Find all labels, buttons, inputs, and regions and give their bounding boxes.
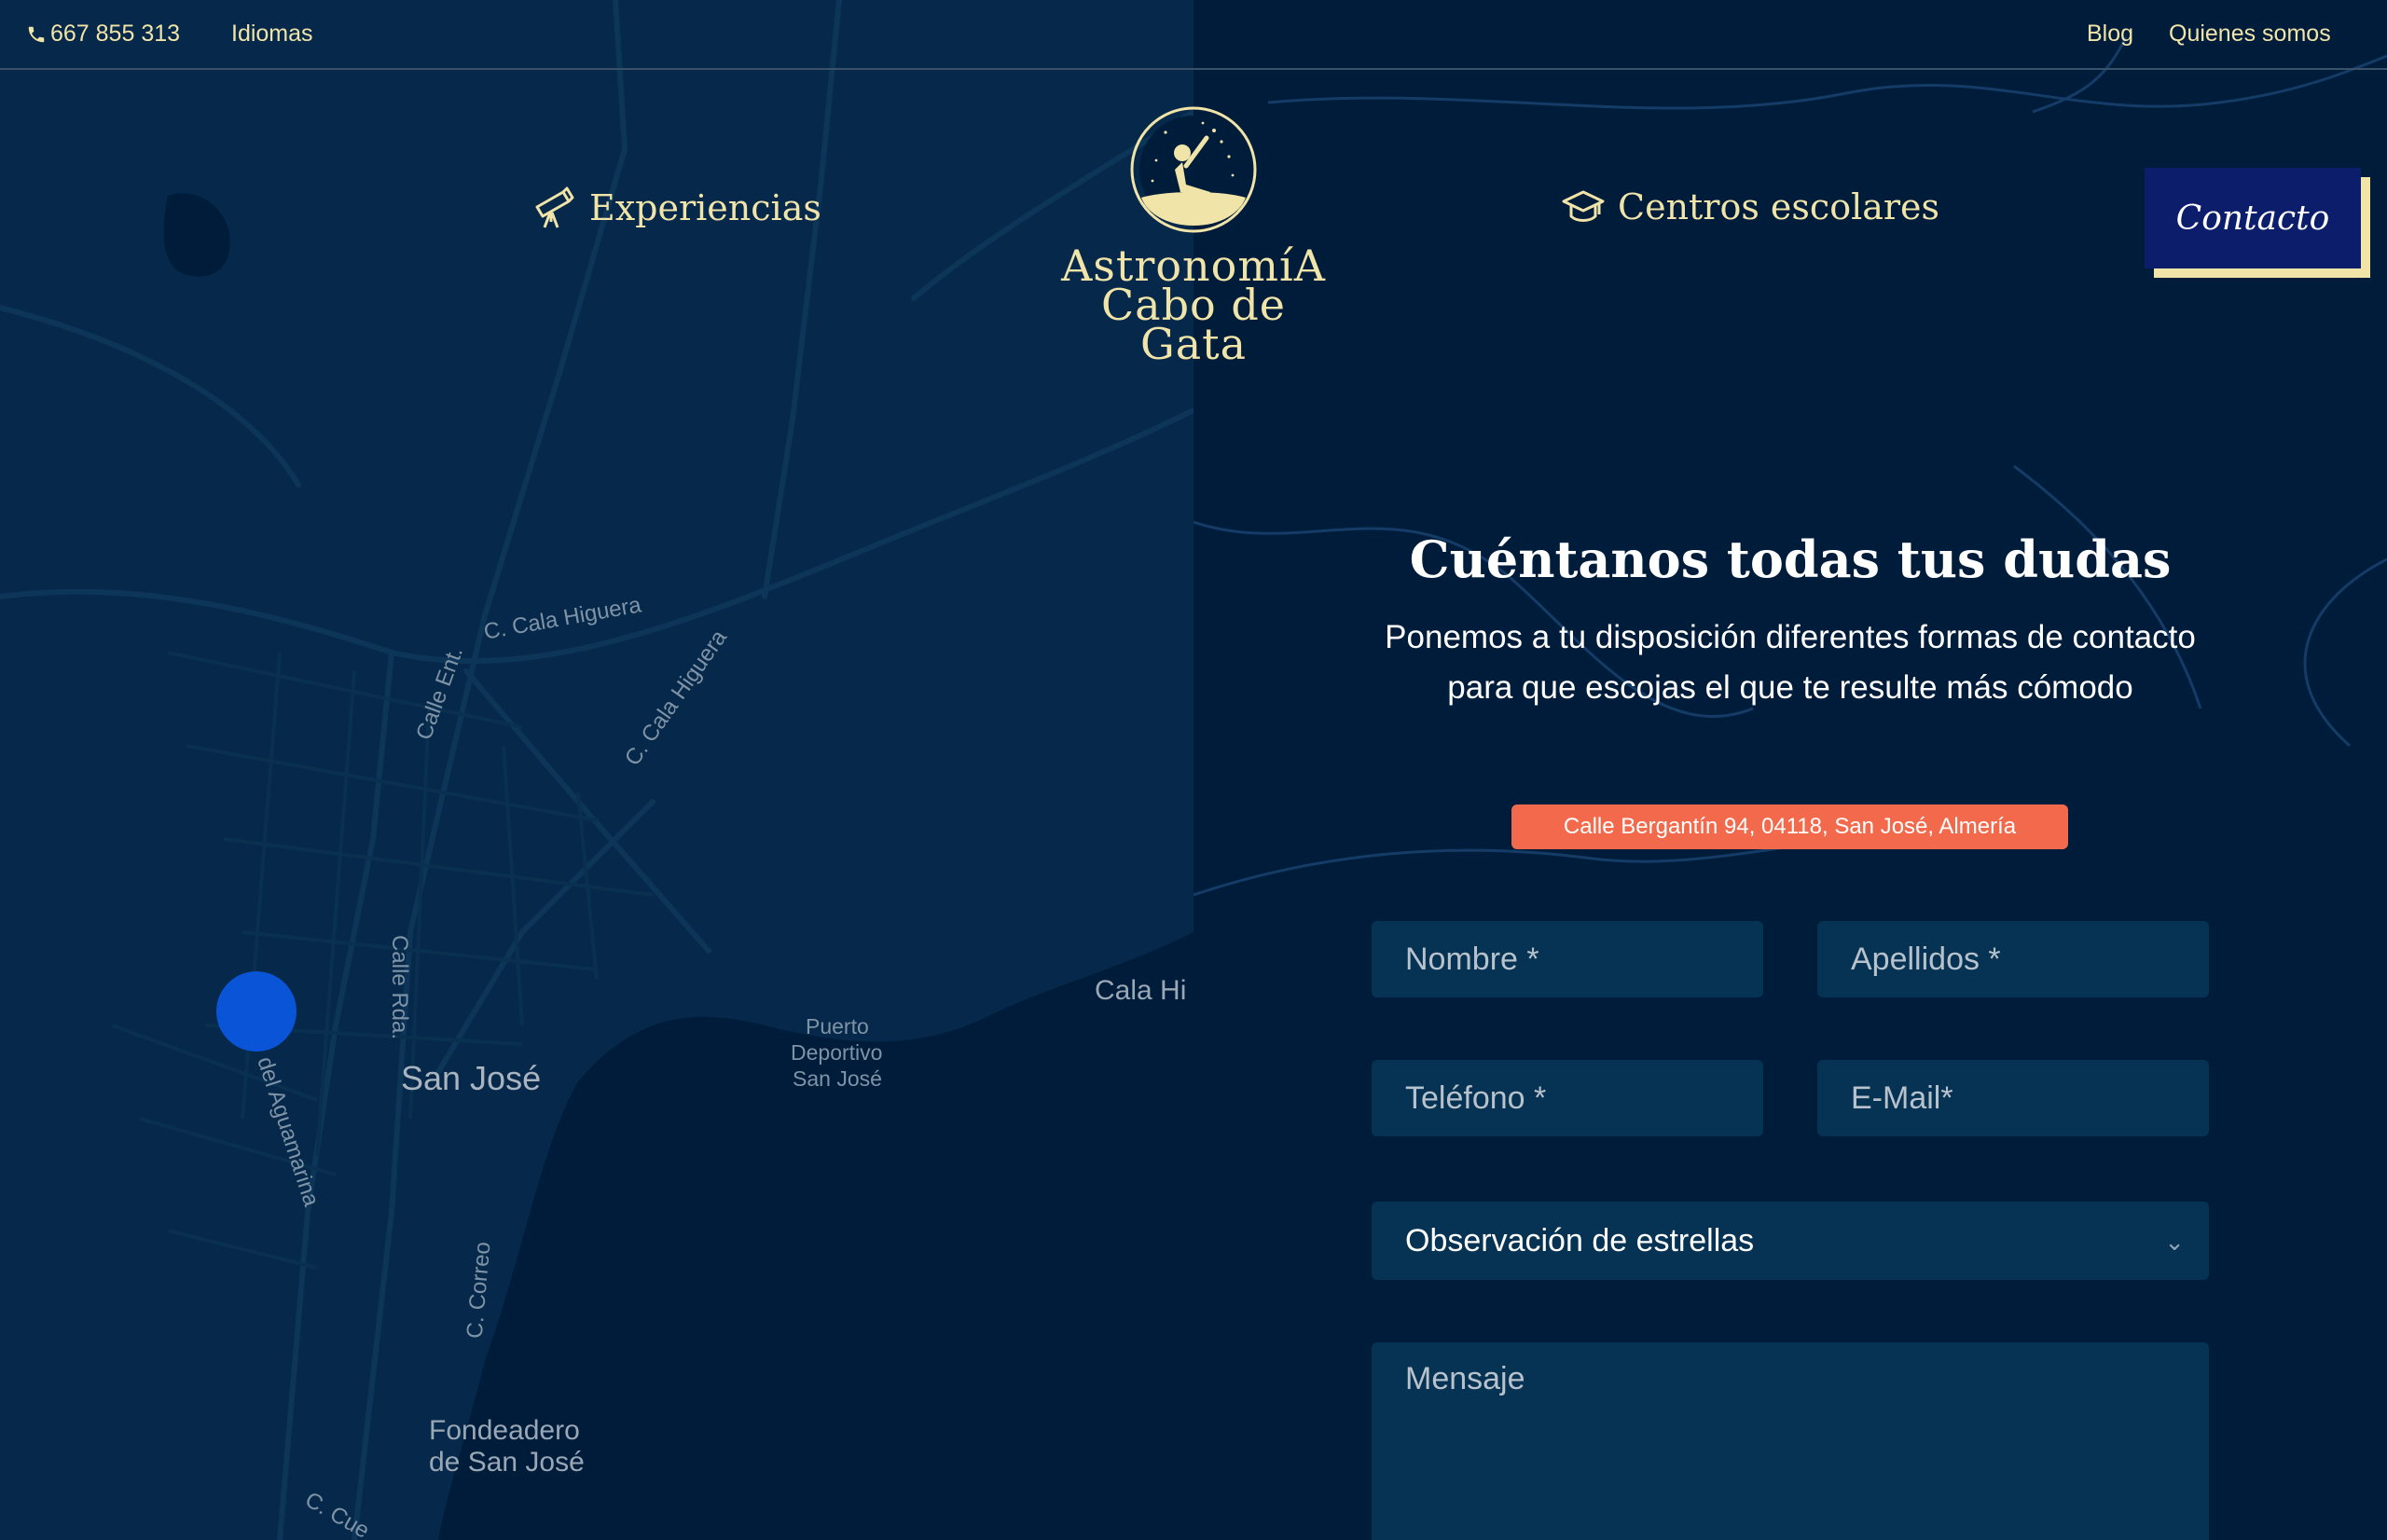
top-bar: 667 855 313 Idiomas Blog Quienes somos bbox=[0, 0, 2387, 70]
graduation-cap-icon bbox=[1562, 190, 1605, 222]
nav-experiencias-label: Experiencias bbox=[589, 187, 821, 228]
contact-button[interactable]: Contacto bbox=[2145, 168, 2361, 268]
nav-experiencias[interactable]: Experiencias bbox=[531, 186, 821, 229]
chevron-down-icon: ⌄ bbox=[2164, 1228, 2185, 1256]
about-link[interactable]: Quienes somos bbox=[2169, 21, 2331, 48]
email-field[interactable]: E-Mail* bbox=[1817, 1060, 2209, 1136]
nav-centros-label: Centros escolares bbox=[1618, 186, 1940, 227]
nombre-field[interactable]: Nombre * bbox=[1372, 921, 1763, 997]
nav-centros-escolares[interactable]: Centros escolares bbox=[1562, 186, 1939, 227]
apellidos-field[interactable]: Apellidos * bbox=[1817, 921, 2209, 997]
phone-icon bbox=[28, 26, 45, 42]
map-roads bbox=[0, 0, 1194, 1540]
experience-select-value: Observación de estrellas bbox=[1405, 1222, 1755, 1258]
contact-heading: Cuéntanos todas tus dudas bbox=[1409, 529, 2172, 589]
map-place-label: Cala Hi bbox=[1095, 975, 1187, 1006]
address-badge[interactable]: Calle Bergantín 94, 04118, San José, Alm… bbox=[1511, 804, 2068, 849]
map-poi-label: Puerto bbox=[806, 1014, 869, 1038]
map-poi-label: San José bbox=[793, 1066, 882, 1091]
location-map[interactable]: C. Cala Higuera C. Cala Higuera Calle En… bbox=[0, 0, 1194, 1540]
astronomer-logo-icon bbox=[1130, 106, 1257, 233]
experience-select[interactable]: Observación de estrellas ⌄ bbox=[1372, 1202, 2209, 1280]
logo-text-line2: Cabo de Gata bbox=[1100, 280, 1287, 369]
map-place-label: Fondeadero bbox=[429, 1415, 580, 1446]
map-town-label: San José bbox=[401, 1059, 542, 1097]
map-place-label: de San José bbox=[429, 1447, 585, 1478]
telefono-field[interactable]: Teléfono * bbox=[1372, 1060, 1763, 1136]
telescope-icon bbox=[535, 186, 574, 228]
map-poi-label: Deportivo bbox=[791, 1040, 883, 1065]
mensaje-textarea[interactable]: Mensaje bbox=[1372, 1342, 2209, 1540]
blog-link[interactable]: Blog bbox=[2087, 21, 2133, 48]
phone-link[interactable]: 667 855 313 bbox=[26, 21, 180, 48]
contact-subtitle: Ponemos a tu disposición diferentes form… bbox=[1385, 619, 2196, 706]
site-logo[interactable]: AstronomíA Cabo de Gata bbox=[1054, 104, 1333, 369]
map-location-marker[interactable] bbox=[216, 971, 297, 1052]
languages-link[interactable]: Idiomas bbox=[231, 21, 313, 48]
phone-number: 667 855 313 bbox=[50, 21, 181, 47]
map-street-label: Calle Rda. bbox=[387, 934, 413, 1040]
